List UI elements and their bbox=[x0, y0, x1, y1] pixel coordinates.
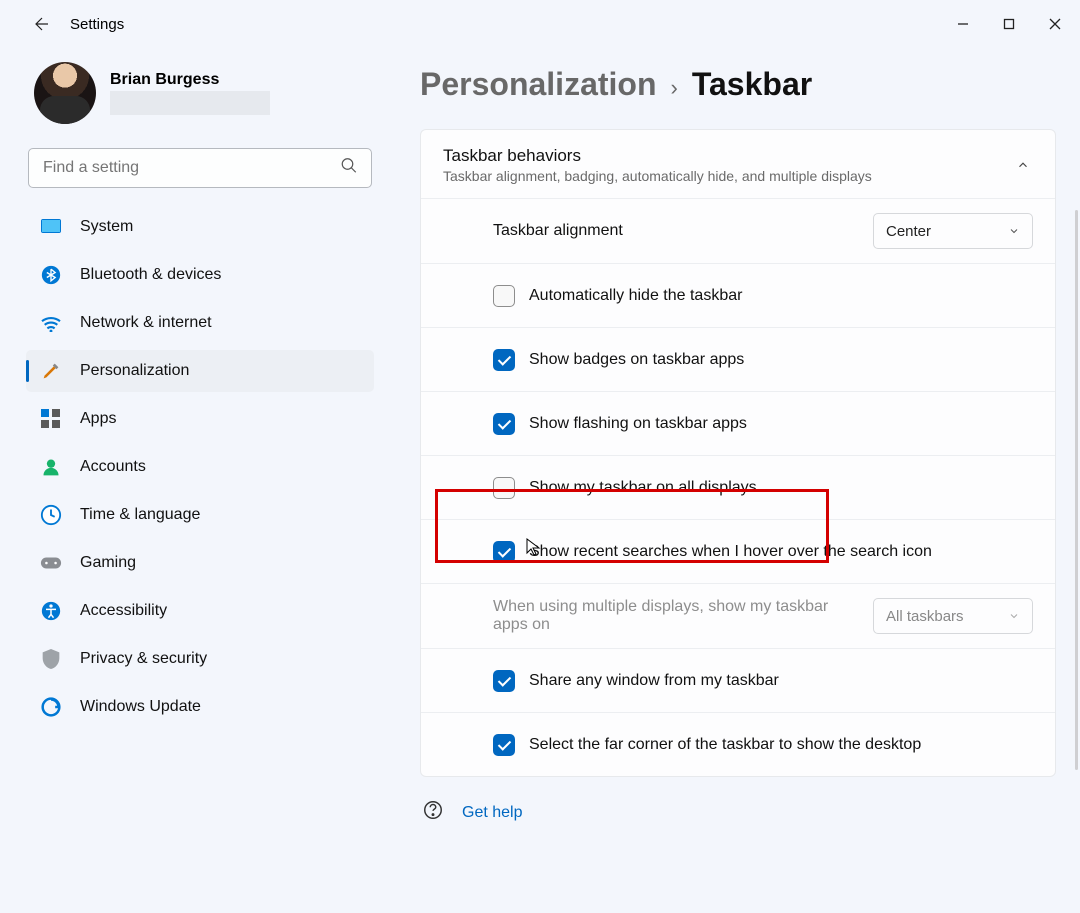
far-corner-row[interactable]: Select the far corner of the taskbar to … bbox=[421, 712, 1055, 776]
taskbar-behaviors-panel: Taskbar behaviors Taskbar alignment, bad… bbox=[420, 129, 1056, 777]
nav-label: Network & internet bbox=[80, 314, 212, 332]
avatar bbox=[34, 62, 96, 124]
row-label: Show my taskbar on all displays bbox=[529, 479, 1033, 497]
badges-checkbox[interactable] bbox=[493, 349, 515, 371]
paintbrush-icon bbox=[40, 360, 62, 382]
recent-searches-row[interactable]: Show recent searches when I hover over t… bbox=[421, 519, 1055, 583]
accessibility-icon bbox=[40, 600, 62, 622]
main-content: Personalization › Taskbar Taskbar behavi… bbox=[380, 48, 1060, 913]
get-help-link[interactable]: Get help bbox=[462, 804, 522, 822]
chevron-right-icon: › bbox=[671, 75, 678, 101]
nav-list: System Bluetooth & devices Network & int… bbox=[26, 206, 374, 728]
row-label: Share any window from my taskbar bbox=[529, 672, 1033, 690]
nav-label: Windows Update bbox=[80, 698, 201, 716]
taskbar-alignment-select[interactable]: Center bbox=[873, 213, 1033, 249]
chevron-down-icon bbox=[1008, 610, 1020, 622]
row-label: Automatically hide the taskbar bbox=[529, 287, 1033, 305]
row-label: Show flashing on taskbar apps bbox=[529, 415, 1033, 433]
profile-name: Brian Burgess bbox=[110, 71, 270, 89]
chevron-up-icon bbox=[1013, 155, 1033, 175]
flashing-checkbox[interactable] bbox=[493, 413, 515, 435]
clock-globe-icon bbox=[40, 504, 62, 526]
breadcrumb-current: Taskbar bbox=[692, 66, 812, 103]
nav-label: Bluetooth & devices bbox=[80, 266, 221, 284]
multi-display-row: When using multiple displays, show my ta… bbox=[421, 583, 1055, 648]
bluetooth-icon bbox=[40, 264, 62, 286]
minimize-button[interactable] bbox=[940, 8, 986, 40]
profile-block[interactable]: Brian Burgess bbox=[26, 48, 374, 142]
window-controls bbox=[940, 8, 1078, 40]
all-displays-row[interactable]: Show my taskbar on all displays bbox=[421, 455, 1055, 519]
panel-title: Taskbar behaviors bbox=[443, 146, 1013, 166]
nav-item-network[interactable]: Network & internet bbox=[26, 302, 374, 344]
auto-hide-checkbox[interactable] bbox=[493, 285, 515, 307]
wifi-icon bbox=[40, 312, 62, 334]
nav-item-accounts[interactable]: Accounts bbox=[26, 446, 374, 488]
help-row: Get help bbox=[420, 777, 1056, 826]
title-bar: Settings bbox=[0, 0, 1080, 48]
auto-hide-row[interactable]: Automatically hide the taskbar bbox=[421, 263, 1055, 327]
share-window-checkbox[interactable] bbox=[493, 670, 515, 692]
nav-item-personalization[interactable]: Personalization bbox=[26, 350, 374, 392]
nav-item-accessibility[interactable]: Accessibility bbox=[26, 590, 374, 632]
flashing-row[interactable]: Show flashing on taskbar apps bbox=[421, 391, 1055, 455]
breadcrumb: Personalization › Taskbar bbox=[420, 48, 1056, 129]
nav-label: Accounts bbox=[80, 458, 146, 476]
multi-display-select: All taskbars bbox=[873, 598, 1033, 634]
nav-label: Personalization bbox=[80, 362, 189, 380]
nav-item-bluetooth[interactable]: Bluetooth & devices bbox=[26, 254, 374, 296]
monitor-icon bbox=[40, 216, 62, 238]
row-label: Show recent searches when I hover over t… bbox=[529, 543, 1033, 561]
nav-label: System bbox=[80, 218, 133, 236]
recent-searches-checkbox[interactable] bbox=[493, 541, 515, 563]
nav-label: Apps bbox=[80, 410, 116, 428]
select-value: Center bbox=[886, 223, 931, 240]
update-icon bbox=[40, 696, 62, 718]
badges-row[interactable]: Show badges on taskbar apps bbox=[421, 327, 1055, 391]
nav-item-windows-update[interactable]: Windows Update bbox=[26, 686, 374, 728]
panel-subtitle: Taskbar alignment, badging, automaticall… bbox=[443, 168, 1013, 184]
scrollbar[interactable] bbox=[1075, 210, 1078, 770]
row-label: When using multiple displays, show my ta… bbox=[493, 598, 859, 634]
nav-item-time-language[interactable]: Time & language bbox=[26, 494, 374, 536]
person-icon bbox=[40, 456, 62, 478]
app-title: Settings bbox=[70, 16, 124, 33]
close-button[interactable] bbox=[1032, 8, 1078, 40]
chevron-down-icon bbox=[1008, 225, 1020, 237]
panel-header[interactable]: Taskbar behaviors Taskbar alignment, bad… bbox=[421, 130, 1055, 198]
nav-item-gaming[interactable]: Gaming bbox=[26, 542, 374, 584]
nav-label: Privacy & security bbox=[80, 650, 207, 668]
nav-item-system[interactable]: System bbox=[26, 206, 374, 248]
nav-item-apps[interactable]: Apps bbox=[26, 398, 374, 440]
maximize-button[interactable] bbox=[986, 8, 1032, 40]
search-icon bbox=[340, 157, 358, 180]
row-label: Show badges on taskbar apps bbox=[529, 351, 1033, 369]
far-corner-checkbox[interactable] bbox=[493, 734, 515, 756]
back-button[interactable] bbox=[22, 4, 62, 44]
select-value: All taskbars bbox=[886, 608, 964, 625]
help-icon bbox=[422, 799, 444, 826]
apps-icon bbox=[40, 408, 62, 430]
search-input[interactable] bbox=[28, 148, 372, 188]
profile-email-redacted bbox=[110, 91, 270, 115]
row-label: Select the far corner of the taskbar to … bbox=[529, 736, 1033, 754]
breadcrumb-parent[interactable]: Personalization bbox=[420, 66, 657, 103]
row-label: Taskbar alignment bbox=[493, 222, 859, 240]
shield-icon bbox=[40, 648, 62, 670]
gamepad-icon bbox=[40, 552, 62, 574]
share-window-row[interactable]: Share any window from my taskbar bbox=[421, 648, 1055, 712]
sidebar: Brian Burgess System Bluetooth & devices… bbox=[20, 48, 380, 913]
nav-label: Time & language bbox=[80, 506, 200, 524]
nav-label: Accessibility bbox=[80, 602, 167, 620]
nav-label: Gaming bbox=[80, 554, 136, 572]
nav-item-privacy[interactable]: Privacy & security bbox=[26, 638, 374, 680]
all-displays-checkbox[interactable] bbox=[493, 477, 515, 499]
taskbar-alignment-row: Taskbar alignment Center bbox=[421, 198, 1055, 263]
